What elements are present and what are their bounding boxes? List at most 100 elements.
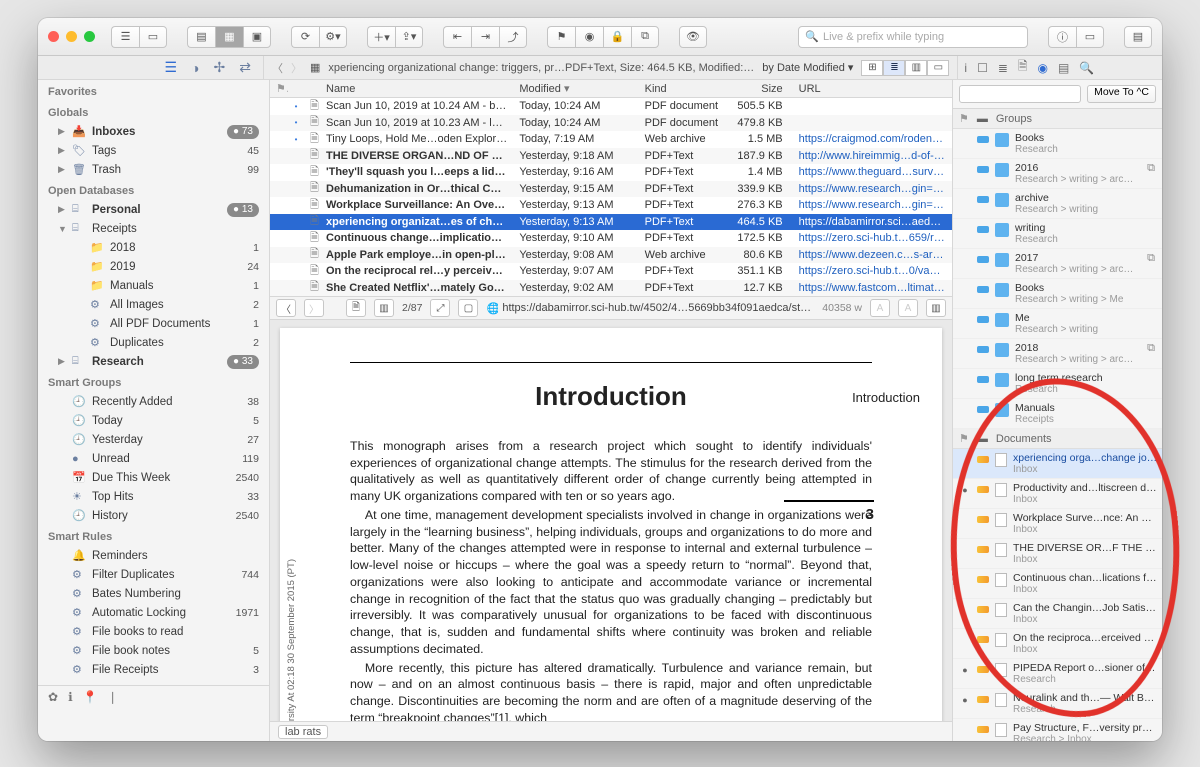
quicklook-button[interactable]: 👁 bbox=[679, 26, 707, 48]
nav-back-button[interactable]: 〈 bbox=[272, 60, 283, 76]
sidebar-mode-graph-icon[interactable]: ✢ bbox=[214, 59, 226, 76]
inspector-toggle-button[interactable]: ▤ bbox=[1124, 26, 1152, 48]
table-row[interactable]: •🗎Scan Jun 10, 2019 at 10.23 AM - lamy p… bbox=[270, 115, 952, 132]
view-icons-button[interactable]: ⊞ bbox=[861, 60, 883, 76]
import-button[interactable]: ⇤ bbox=[443, 26, 471, 48]
move-to-button[interactable]: Move To ^C bbox=[1087, 85, 1156, 103]
action-menu-button[interactable]: ⚙▾ bbox=[319, 26, 347, 48]
new-item-button[interactable]: ＋▾ bbox=[367, 26, 395, 48]
sidebar-item[interactable]: 🕘History2540 bbox=[38, 506, 269, 525]
open-link-button[interactable]: ⤴ bbox=[499, 26, 527, 48]
col-name[interactable]: Name bbox=[320, 83, 513, 95]
sidebar-item[interactable]: ▶⌸Research● 33 bbox=[38, 352, 269, 371]
inspector-document-item[interactable]: Pay Structure, F…versity professorsResea… bbox=[953, 719, 1162, 741]
inspector-group-item[interactable]: ManualsReceipts bbox=[953, 399, 1162, 429]
insp-annot-icon[interactable]: ☐ bbox=[977, 61, 988, 75]
pv-page-button[interactable]: 🗎 bbox=[346, 299, 366, 317]
inspector-document-item[interactable]: On the reciproca…erceived control?Inbox bbox=[953, 629, 1162, 659]
inspector-group-item[interactable]: 2018Research > writing > archive⧉ bbox=[953, 339, 1162, 369]
inspector-group-item[interactable]: writingResearch bbox=[953, 219, 1162, 249]
sidebar-item[interactable]: ▼⌸Receipts bbox=[38, 219, 269, 238]
inspector-document-item[interactable]: ●PIPEDA Report o…sioner of CanadaResearc… bbox=[953, 659, 1162, 689]
sidebar-item[interactable]: ⚙Duplicates2 bbox=[38, 333, 269, 352]
inspector-group-item[interactable]: 2016Research > writing > archive⧉ bbox=[953, 159, 1162, 189]
inspector-document-item[interactable]: ●Neuralink and th…— Wait But WhyResearch bbox=[953, 689, 1162, 719]
sidebar-item[interactable]: ⚙Automatic Locking1971 bbox=[38, 603, 269, 622]
insp-seealso-icon[interactable]: ◉ bbox=[1038, 61, 1048, 75]
sidebar-item[interactable]: 🕘Yesterday27 bbox=[38, 430, 269, 449]
inspector-group-item[interactable]: BooksResearch bbox=[953, 129, 1162, 159]
tag-chip[interactable]: lab rats bbox=[278, 725, 328, 739]
flag-button[interactable]: ⚑ bbox=[547, 26, 575, 48]
sidebar-add-button[interactable]: ✿ bbox=[48, 690, 58, 704]
inspector-group-item[interactable]: 2017Research > writing > archive⧉ bbox=[953, 249, 1162, 279]
zoom-window-button[interactable] bbox=[84, 31, 95, 42]
unread-button[interactable]: ◉ bbox=[575, 26, 603, 48]
inspector-document-item[interactable]: xperiencing orga…change journeysInbox bbox=[953, 449, 1162, 479]
info-button[interactable]: ⓘ bbox=[1048, 26, 1076, 48]
nav-forward-button[interactable]: 〉 bbox=[291, 60, 302, 76]
sidebar-item[interactable]: ⚙File Receipts3 bbox=[38, 660, 269, 679]
sidebar-item[interactable]: ▶🏷Tags45 bbox=[38, 141, 269, 160]
sidebar-item[interactable]: 🕘Today5 bbox=[38, 411, 269, 430]
col-flag-icon[interactable]: ⚑ bbox=[270, 82, 288, 95]
sidebar-item[interactable]: ☀︎Top Hits33 bbox=[38, 487, 269, 506]
sidebar-item[interactable]: 📁20181 bbox=[38, 238, 269, 257]
sidebar-item[interactable]: 📁201924 bbox=[38, 257, 269, 276]
table-row[interactable]: 🗎Apple Park employe…in open-plan offices… bbox=[270, 247, 952, 264]
link-button[interactable]: ⧉ bbox=[631, 26, 659, 48]
sort-menu[interactable]: by Date Modified ▾ bbox=[762, 61, 853, 74]
inspector-document-item[interactable]: ●Productivity and…ltiscreen displaysInbo… bbox=[953, 479, 1162, 509]
table-row[interactable]: 🗎'They'll squash you l…eeps a lid on lea… bbox=[270, 164, 952, 181]
view-preview-button[interactable]: ▣ bbox=[243, 26, 271, 48]
inspector-group-item[interactable]: long term researchResearch bbox=[953, 369, 1162, 399]
search-field[interactable]: 🔍 Live & prefix while typing bbox=[798, 26, 1028, 48]
table-row[interactable]: 🗎She Created Netflix'…mately Got Her Fir… bbox=[270, 280, 952, 297]
insp-doc-icon[interactable]: 🗎 bbox=[1018, 57, 1028, 78]
pv-barcode-button[interactable]: ▥ bbox=[926, 299, 946, 317]
inspector-group-item[interactable]: BooksResearch > writing > Me bbox=[953, 279, 1162, 309]
pv-text-larger-button[interactable]: A bbox=[898, 299, 918, 317]
log-button[interactable]: ▭ bbox=[1076, 26, 1104, 48]
view-list-button[interactable]: ▤ bbox=[187, 26, 215, 48]
inspector-group-item[interactable]: archiveResearch > writing bbox=[953, 189, 1162, 219]
table-row[interactable]: 🗎Dehumanization in Or…thical Considerati… bbox=[270, 181, 952, 198]
sidebar-item[interactable]: 📅Due This Week2540 bbox=[38, 468, 269, 487]
view-list-button-2[interactable]: ≣ bbox=[883, 60, 905, 76]
col-kind[interactable]: Kind bbox=[639, 83, 729, 95]
lock-button[interactable]: 🔒 bbox=[603, 26, 631, 48]
table-row[interactable]: 🗎THE DIVERSE ORGAN…ND OF THE RAINBOWYest… bbox=[270, 148, 952, 165]
sidebar-toggle-button[interactable]: ☰ bbox=[111, 26, 139, 48]
close-window-button[interactable] bbox=[48, 31, 59, 42]
view-split-button[interactable]: ▦ bbox=[215, 26, 243, 48]
col-modified[interactable]: Modified ▾ bbox=[513, 82, 638, 95]
sidebar-item[interactable]: ●Unread119 bbox=[38, 449, 269, 468]
insp-info-icon[interactable]: i bbox=[964, 61, 967, 75]
share-button[interactable]: ⇪▾ bbox=[395, 26, 423, 48]
inspector-document-item[interactable]: THE DIVERSE OR…F THE RAINBOWInbox bbox=[953, 539, 1162, 569]
insp-thumb-icon[interactable]: ▤ bbox=[1058, 61, 1069, 75]
table-row[interactable]: 🗎xperiencing organizat…es of change jour… bbox=[270, 214, 952, 231]
sidebar-item[interactable]: ⚙Bates Numbering bbox=[38, 584, 269, 603]
preview-pane[interactable]: Introduction 3 Introduction This monogra… bbox=[270, 320, 952, 721]
sidebar-mode-tags-icon[interactable]: ⇄ bbox=[239, 59, 251, 76]
inspector-document-item[interactable]: Can the Changin…Job Satisfaction?Inbox bbox=[953, 599, 1162, 629]
pv-zoom-fit-button[interactable]: ⤢ bbox=[430, 299, 450, 317]
sidebar-mode-list-icon[interactable]: ☰ bbox=[165, 59, 178, 76]
table-row[interactable]: 🗎Continuous change…implications for HRDY… bbox=[270, 230, 952, 247]
view-columns-button[interactable]: ▥ bbox=[905, 60, 927, 76]
sidebar-info-icon[interactable]: ℹ︎ bbox=[68, 690, 73, 704]
pv-text-smaller-button[interactable]: A bbox=[870, 299, 890, 317]
pv-continuous-button[interactable]: ▥ bbox=[374, 299, 394, 317]
sidebar-item[interactable]: ▶📥Inboxes● 73 bbox=[38, 122, 269, 141]
reload-button[interactable]: ⟳ bbox=[291, 26, 319, 48]
sidebar-tag-icon[interactable]: ❘ bbox=[108, 690, 118, 704]
export-button[interactable]: ⇥ bbox=[471, 26, 499, 48]
col-url[interactable]: URL bbox=[793, 83, 952, 95]
minimize-window-button[interactable] bbox=[66, 31, 77, 42]
sidebar-item[interactable]: 📁Manuals1 bbox=[38, 276, 269, 295]
layout-button[interactable]: ▭ bbox=[139, 26, 167, 48]
pv-forward-button[interactable]: 〉 bbox=[304, 299, 324, 317]
breadcrumb[interactable]: xperiencing organizational change: trigg… bbox=[328, 62, 754, 74]
insp-outline-icon[interactable]: ≣ bbox=[998, 61, 1008, 75]
